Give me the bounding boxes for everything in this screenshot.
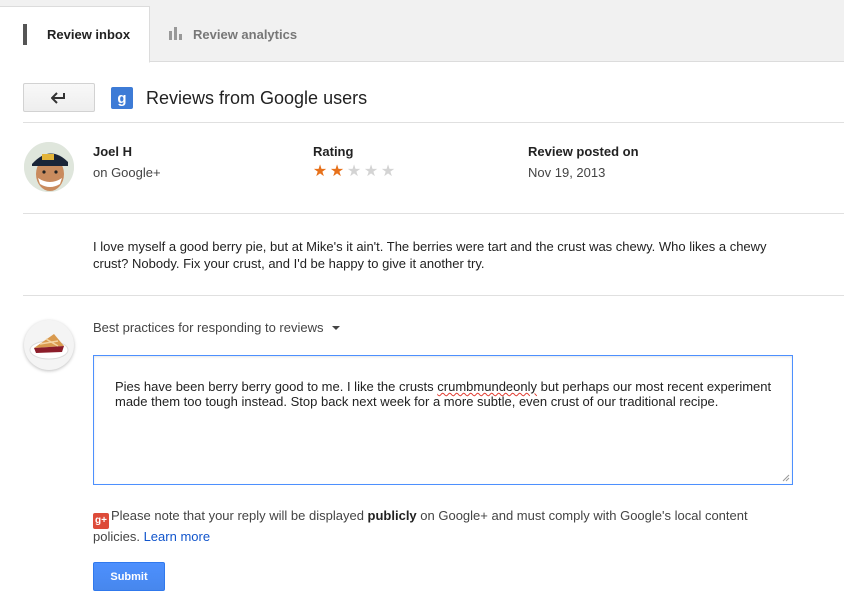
reply-textarea[interactable]: Pies have been berry berry good to me. I… (93, 355, 793, 485)
back-arrow-icon (51, 91, 65, 104)
date-label: Review posted on (528, 144, 639, 159)
reply-text-start: Pies have been berry berry good to me. I… (115, 379, 438, 394)
google-plus-icon: g (111, 87, 133, 109)
star-empty-icon: ★ (380, 163, 396, 180)
best-practices-label: Best practices for responding to reviews (93, 320, 324, 335)
review-date: Nov 19, 2013 (528, 165, 606, 180)
reviewer-avatar (24, 142, 74, 192)
review-text: I love myself a good berry pie, but at M… (93, 239, 767, 271)
divider (23, 213, 844, 214)
star-filled-icon: ★ (312, 163, 328, 180)
star-empty-icon: ★ (363, 163, 379, 180)
google-plus-icon: g+ (93, 513, 109, 529)
star-empty-icon: ★ (346, 163, 362, 180)
best-practices-dropdown[interactable]: Best practices for responding to reviews (93, 320, 340, 335)
tab-bar: Review inbox Review analytics (0, 0, 844, 63)
page-title: Reviews from Google users (146, 88, 368, 108)
misspelled-word: crumbmundeonly (437, 379, 537, 394)
divider (23, 122, 844, 123)
tab-label: Review analytics (193, 27, 298, 42)
submit-button[interactable]: Submit (93, 562, 165, 591)
tab-review-analytics[interactable]: Review analytics (169, 6, 297, 63)
envelope-icon (23, 23, 39, 45)
reviewer-name: Joel H (93, 144, 133, 159)
reviewer-source: on Google+ (93, 165, 161, 180)
tab-review-inbox[interactable]: Review inbox (0, 6, 150, 63)
notice-bold: publicly (367, 508, 417, 523)
business-avatar (24, 320, 74, 370)
star-filled-icon: ★ (329, 163, 345, 180)
rating-label: Rating (313, 144, 354, 159)
tab-label: Review inbox (47, 27, 131, 42)
learn-more-link[interactable]: Learn more (144, 529, 210, 544)
chevron-down-icon (331, 325, 340, 330)
resize-handle-icon[interactable] (782, 474, 790, 482)
public-reply-notice: g+ Please note that your reply will be di… (93, 508, 783, 545)
notice-text: Please note that your reply will be disp… (111, 508, 368, 523)
back-button[interactable] (23, 83, 95, 112)
bar-chart-icon (169, 26, 185, 43)
star-rating: ★ ★ ★ ★ ★ (312, 164, 396, 180)
divider (23, 295, 844, 296)
